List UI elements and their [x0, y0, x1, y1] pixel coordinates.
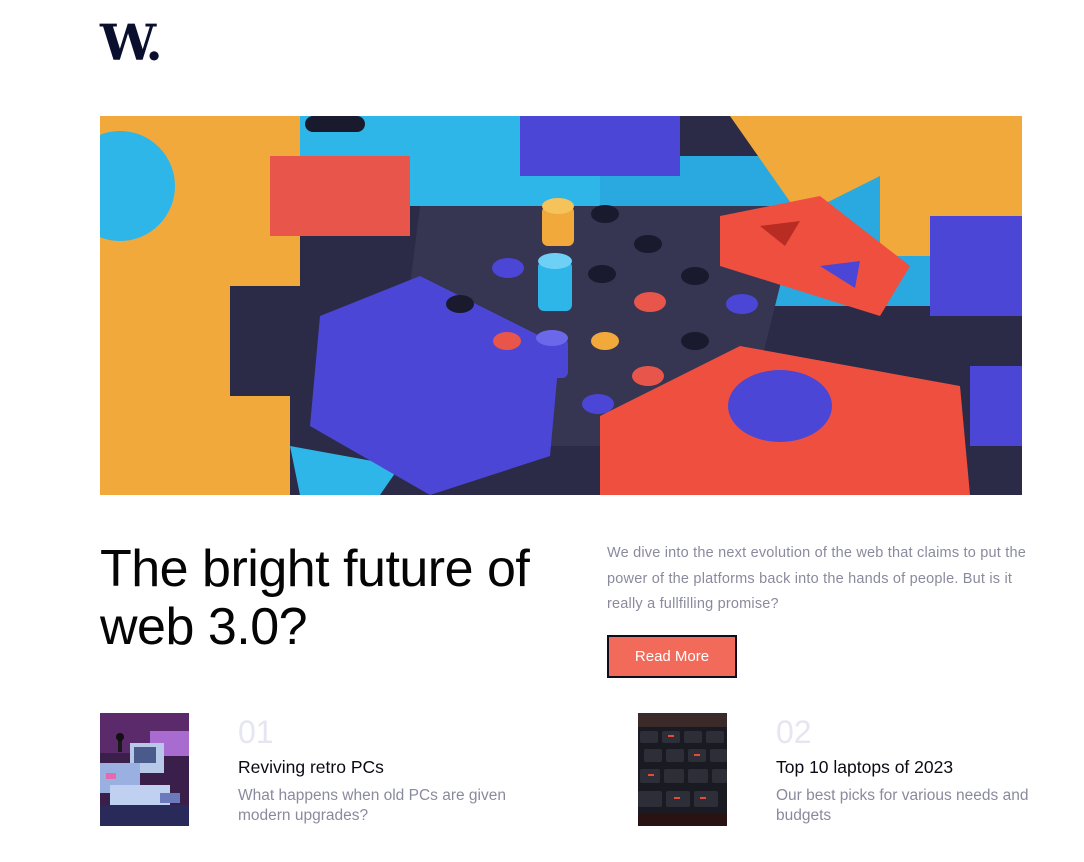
article-description: Our best picks for various needs and bud… — [776, 787, 1029, 824]
read-more-button[interactable]: Read More — [607, 635, 737, 678]
article-thumbnail[interactable] — [100, 713, 189, 826]
article-title[interactable]: Reviving retro PCs — [238, 756, 384, 778]
article-number: 01 — [238, 714, 274, 750]
article-number: 02 — [776, 714, 812, 750]
article-card[interactable]: 01 Reviving retro PCs What happens when … — [100, 713, 580, 826]
hero-image — [100, 116, 1022, 495]
article-description: What happens when old PCs are given mode… — [238, 787, 506, 824]
article-thumbnail[interactable] — [638, 713, 727, 826]
article-title[interactable]: Top 10 laptops of 2023 — [776, 756, 953, 778]
logo[interactable]: W. — [100, 18, 163, 68]
excerpt: We dive into the next evolution of the w… — [607, 545, 1026, 612]
headline[interactable]: The bright future of web 3.0? — [100, 540, 570, 656]
article-card[interactable]: 02 Top 10 laptops of 2023 Our best picks… — [638, 713, 1078, 826]
